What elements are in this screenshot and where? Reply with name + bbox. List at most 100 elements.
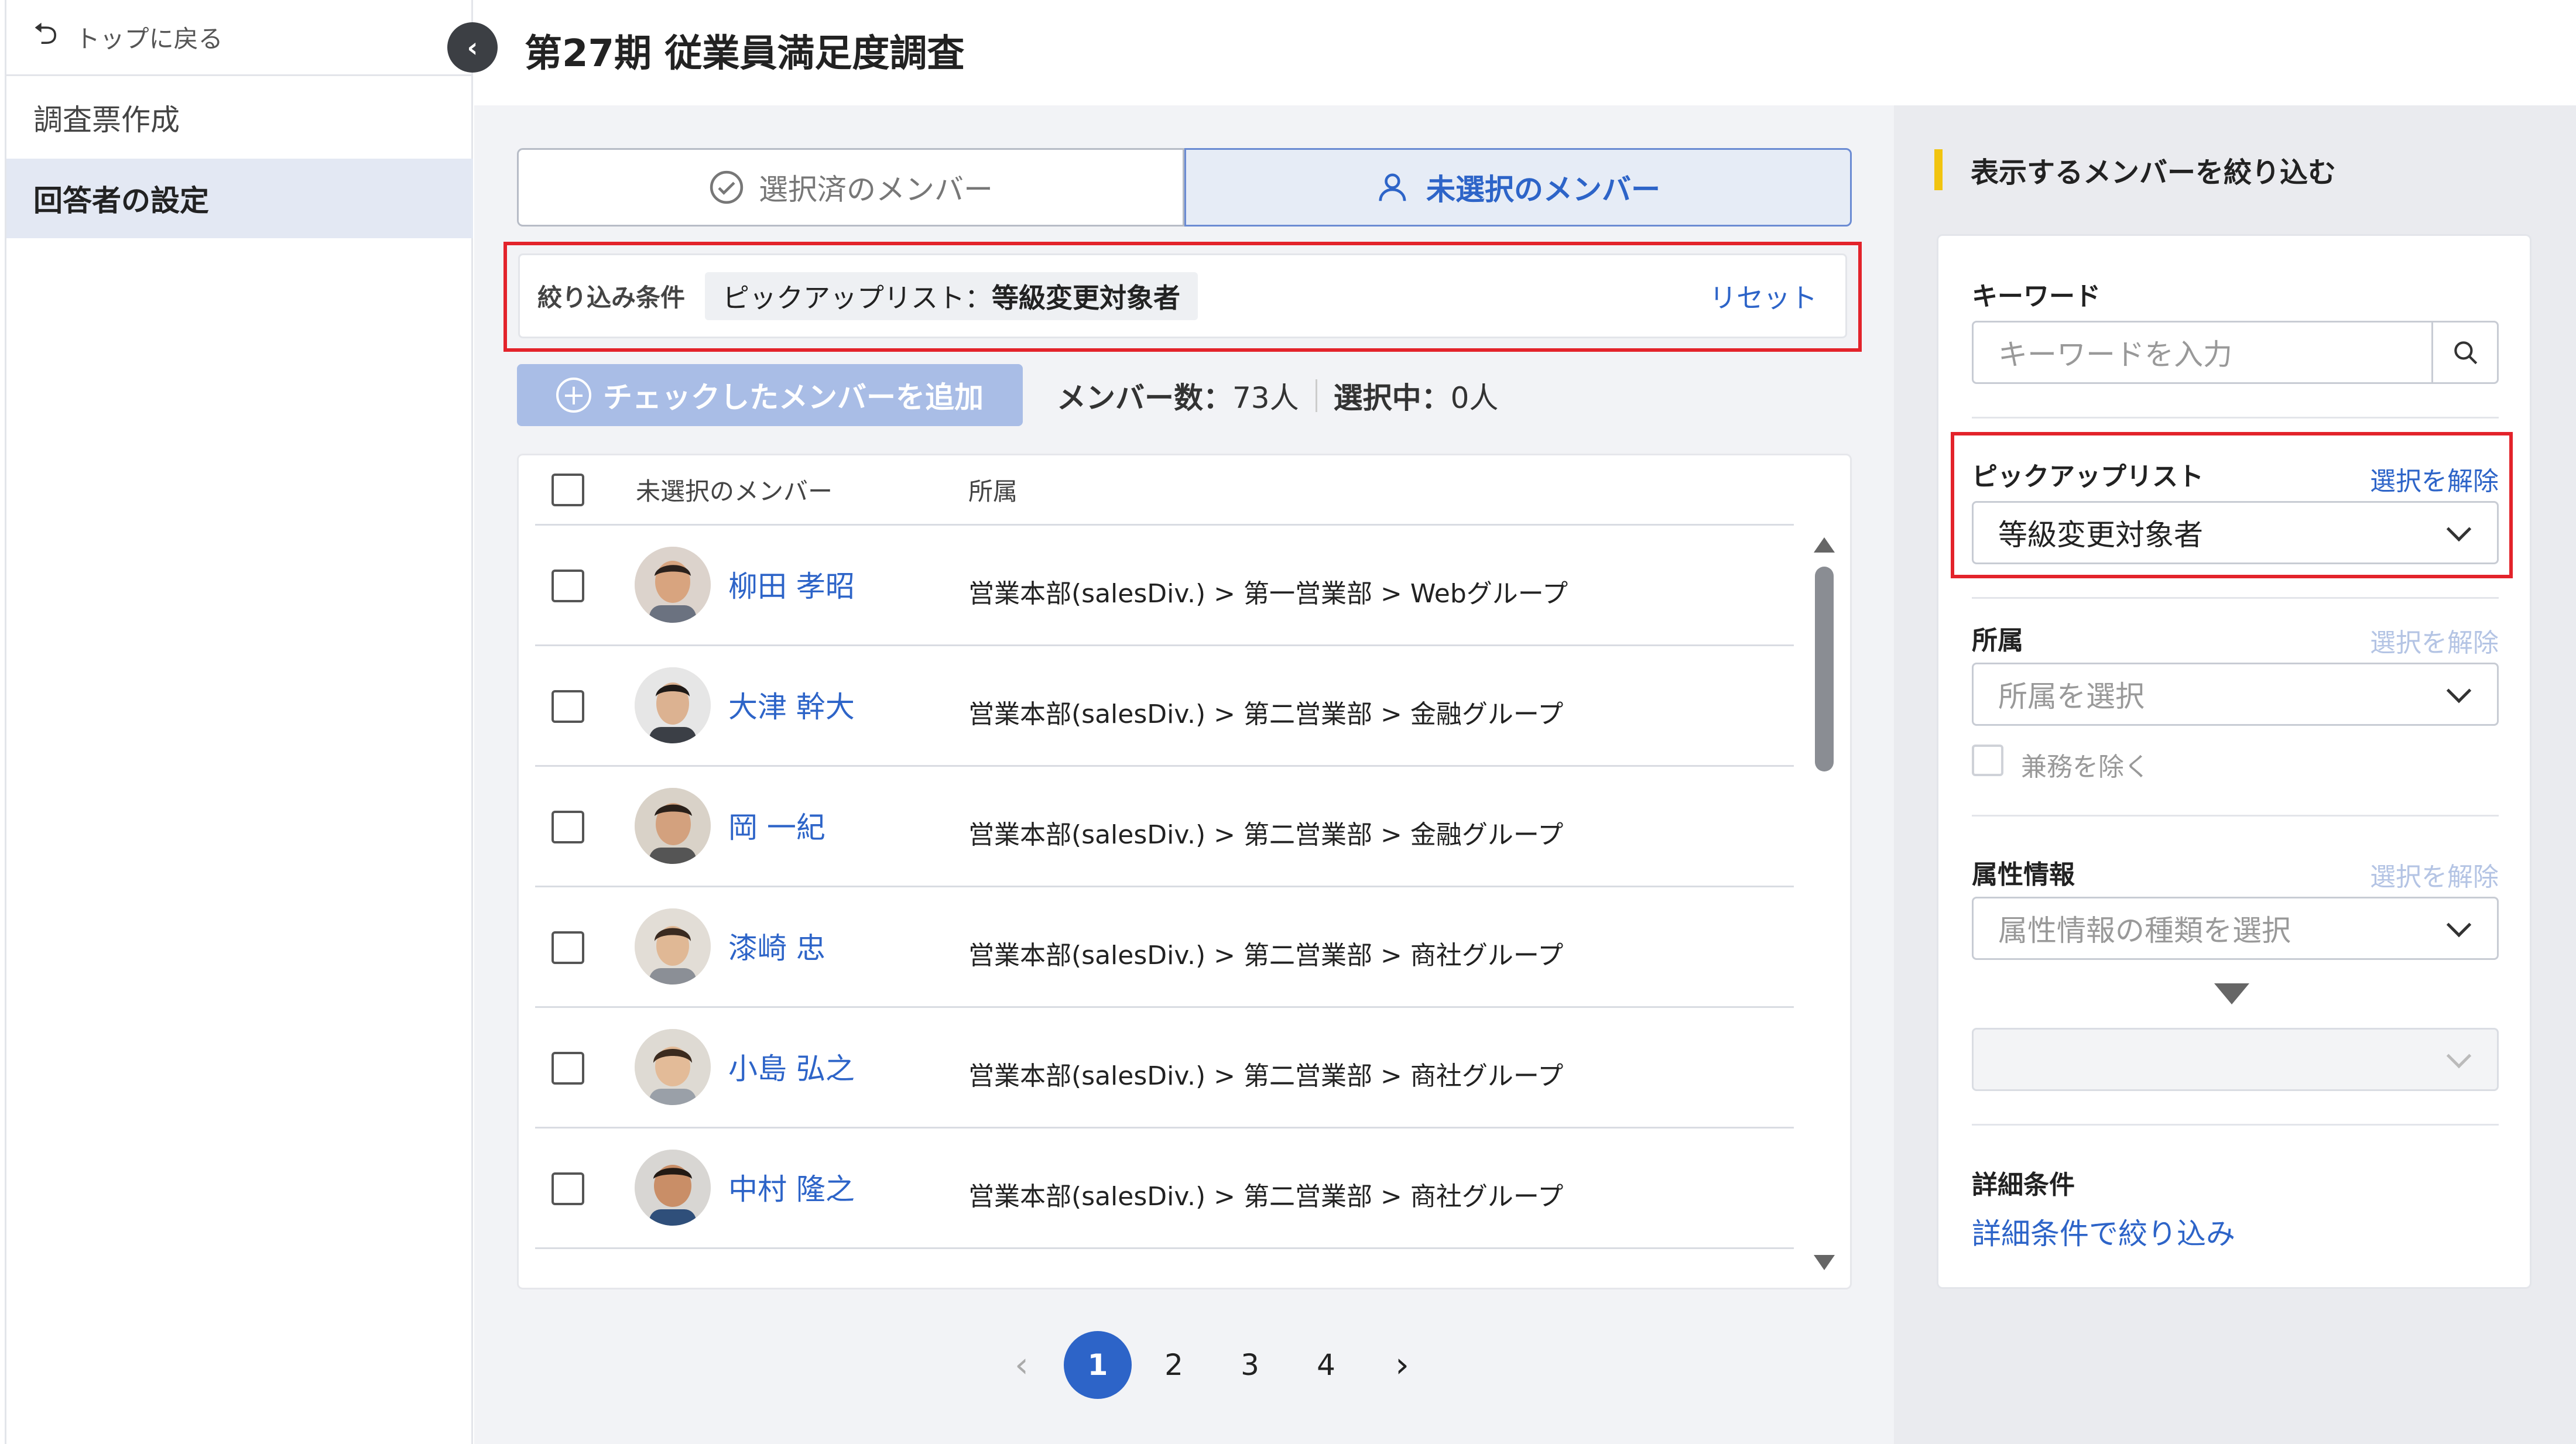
app-root: ⮌ トップに戻る 調査票作成 回答者の設定 ‹ 第27期 従業員満足度調査 選択…: [0, 0, 2576, 1444]
member-count-value: 73人: [1232, 381, 1299, 415]
attr-placeholder: 属性情報の種類を選択: [1998, 914, 2291, 948]
tab-selected-members[interactable]: 選択済のメンバー: [517, 148, 1184, 227]
pagination: ‹ 1 2 3 4 ›: [984, 1330, 1440, 1400]
sidebar-item-label: 調査票作成: [33, 103, 180, 137]
panel-title: 表示するメンバーを絞り込む: [1934, 149, 2337, 190]
detail-filter-link[interactable]: 詳細条件で絞り込み: [1972, 1210, 2235, 1253]
prev-page-button[interactable]: ‹: [984, 1330, 1060, 1400]
member-name-link[interactable]: 柳田 孝昭: [728, 563, 855, 605]
chevron-down-icon: [2446, 516, 2472, 542]
page-number: 3: [1241, 1348, 1259, 1382]
member-dept: 営業本部(salesDiv.) > 第一営業部 > Webグループ: [968, 579, 1568, 609]
page-1-button[interactable]: 1: [1060, 1330, 1136, 1400]
pickup-label: ピックアップリスト: [1972, 462, 2204, 492]
back-label: トップに戻る: [75, 25, 223, 53]
filter-chip-value: 等級変更対象者: [992, 282, 1181, 314]
pickup-select[interactable]: 等級変更対象者: [1972, 501, 2499, 564]
exclude-concurrent-checkbox[interactable]: [1972, 745, 2003, 776]
keyword-input[interactable]: キーワードを入力: [1972, 321, 2499, 384]
selected-count-value: 0人: [1450, 381, 1499, 415]
tab-label: 選択済のメンバー: [759, 173, 993, 207]
selected-count-label: 選択中：: [1333, 381, 1451, 415]
member-counts: メンバー数： 73人 選択中： 0人: [1057, 375, 1498, 417]
member-name-link[interactable]: 中村 隆之: [728, 1166, 855, 1208]
active-filter-bar: 絞り込み条件 ピックアップリスト： 等級変更対象者 リセット: [518, 253, 1847, 338]
sidebar: ⮌ トップに戻る 調査票作成 回答者の設定: [5, 0, 473, 1444]
member-name-link[interactable]: 小島 弘之: [728, 1045, 855, 1088]
member-dept: 営業本部(salesDiv.) > 第二営業部 > 商社グループ: [968, 1182, 1564, 1212]
reset-filter-link[interactable]: リセット: [1710, 277, 1817, 315]
exclude-concurrent-label: 兼務を除く: [2021, 752, 2150, 782]
back-to-top-link[interactable]: ⮌ トップに戻る: [6, 0, 473, 76]
plus-circle-icon: +: [556, 378, 591, 413]
collapse-sidebar-button[interactable]: ‹: [447, 22, 498, 73]
divider: [1972, 417, 2499, 419]
table-row: 岡 一紀 営業本部(salesDiv.) > 第二営業部 > 金融グループ: [535, 767, 1794, 887]
attr-type-select[interactable]: 属性情報の種類を選択: [1972, 897, 2499, 960]
pickup-clear-link[interactable]: 選択を解除: [2370, 460, 2499, 498]
row-checkbox[interactable]: [551, 690, 584, 723]
divider: [1972, 1124, 2499, 1126]
add-checked-members-button[interactable]: + チェックしたメンバーを追加: [517, 364, 1023, 426]
attr-label: 属性情報: [1972, 860, 2075, 890]
filter-chip-key: ピックアップリスト：: [722, 282, 992, 314]
search-icon: [2454, 341, 2477, 365]
avatar: [635, 667, 711, 743]
scrollbar-thumb[interactable]: [1815, 567, 1834, 771]
attr-value-select[interactable]: [1972, 1028, 2499, 1091]
scroll-up-arrow-icon[interactable]: [1814, 537, 1835, 553]
avatar: [635, 1029, 711, 1105]
row-checkbox[interactable]: [551, 1172, 584, 1205]
add-button-label: チェックしたメンバーを追加: [603, 380, 984, 414]
row-checkbox[interactable]: [551, 931, 584, 964]
member-count-label: メンバー数：: [1057, 381, 1232, 415]
page-3-button[interactable]: 3: [1212, 1330, 1288, 1400]
keyword-placeholder: キーワードを入力: [1998, 338, 2232, 372]
column-header-dept: 所属: [968, 477, 1018, 506]
dept-label: 所属: [1972, 626, 2023, 656]
row-checkbox[interactable]: [551, 1052, 584, 1085]
table-row: 漆崎 忠 営業本部(salesDiv.) > 第二営業部 > 商社グループ: [535, 887, 1794, 1008]
scroll-down-arrow-icon[interactable]: [1814, 1255, 1835, 1270]
filter-label: 絞り込み条件: [537, 283, 686, 312]
chevron-down-icon: [2446, 678, 2472, 704]
pickup-selected-value: 等級変更対象者: [1998, 518, 2203, 552]
page-number: 2: [1164, 1348, 1183, 1382]
row-checkbox[interactable]: [551, 570, 584, 602]
chevron-down-icon: [2446, 912, 2472, 938]
dept-clear-link[interactable]: 選択を解除: [2370, 622, 2499, 659]
page-2-button[interactable]: 2: [1136, 1330, 1212, 1400]
avatar: [635, 908, 711, 985]
chevron-left-icon: ‹: [1015, 1344, 1029, 1385]
next-page-button[interactable]: ›: [1364, 1330, 1440, 1400]
row-checkbox[interactable]: [551, 811, 584, 843]
dept-select[interactable]: 所属を選択: [1972, 663, 2499, 726]
column-header-name: 未選択のメンバー: [636, 477, 833, 506]
arrow-down-icon: [2214, 983, 2249, 1004]
select-all-checkbox[interactable]: [551, 473, 584, 506]
page-title: 第27期 従業員満足度調査: [525, 32, 965, 76]
table-row: 中村 隆之 営業本部(salesDiv.) > 第二営業部 > 商社グループ: [535, 1129, 1794, 1249]
sidebar-item-survey-create[interactable]: 調査票作成: [6, 78, 473, 157]
avatar: [635, 1150, 711, 1226]
search-button[interactable]: [2431, 323, 2497, 382]
member-name-link[interactable]: 漆崎 忠: [728, 925, 825, 967]
filter-chip: ピックアップリスト： 等級変更対象者: [705, 272, 1198, 320]
count-divider: [1315, 379, 1317, 412]
avatar: [635, 788, 711, 864]
keyword-label: キーワード: [1972, 282, 2101, 311]
table-scrollbar[interactable]: [1807, 537, 1842, 1275]
chevron-down-icon: [2446, 1043, 2472, 1069]
divider: [1972, 597, 2499, 599]
page-4-button[interactable]: 4: [1288, 1330, 1364, 1400]
tab-unselected-members[interactable]: 未選択のメンバー: [1184, 148, 1852, 227]
sidebar-item-respondent-settings[interactable]: 回答者の設定: [6, 159, 473, 238]
member-name-link[interactable]: 岡 一紀: [728, 804, 825, 846]
chevron-right-icon: ›: [1395, 1344, 1409, 1385]
panel-title-text: 表示するメンバーを絞り込む: [1971, 156, 2337, 189]
attr-clear-link[interactable]: 選択を解除: [2370, 856, 2499, 893]
member-dept: 営業本部(salesDiv.) > 第二営業部 > 金融グループ: [968, 820, 1564, 850]
undo-arrow-icon: ⮌: [33, 16, 58, 52]
member-name-link[interactable]: 大津 幹大: [728, 684, 855, 726]
page-number: 4: [1317, 1348, 1335, 1382]
